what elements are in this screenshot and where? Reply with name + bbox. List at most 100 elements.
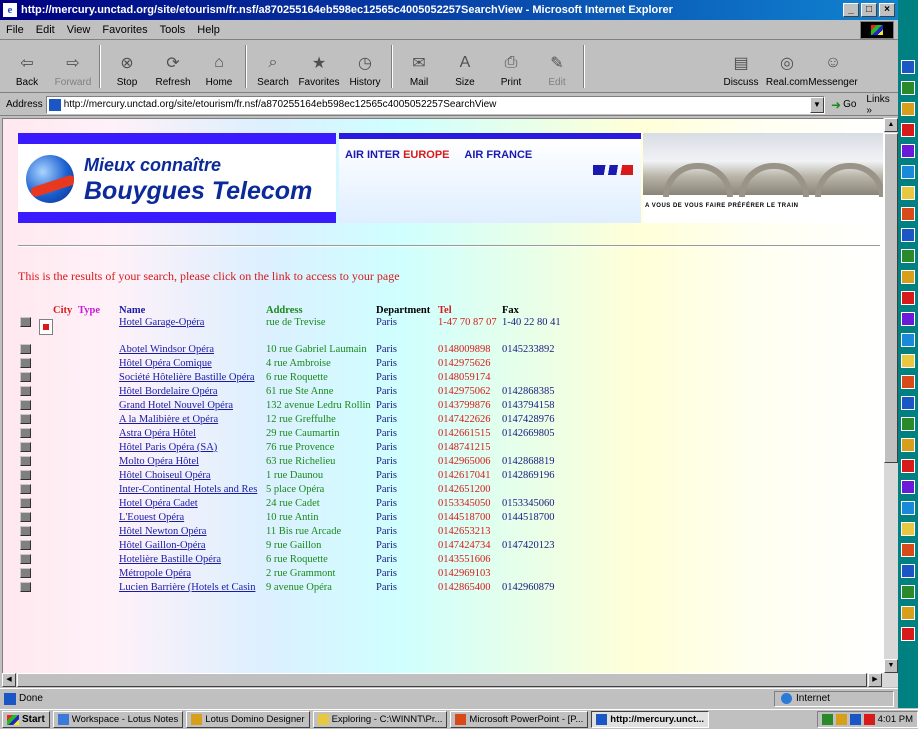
hotel-name-link[interactable]: Hotel Garage-Opéra — [119, 317, 263, 328]
hotel-name-link[interactable]: Hotelière Bastille Opéra — [119, 554, 263, 565]
desktop-shortcut-icon[interactable] — [901, 480, 915, 494]
hotel-name-link[interactable]: Hôtel Paris Opéra (SA) — [119, 442, 263, 453]
hotel-name-link[interactable]: Hôtel Bordelaire Opéra — [119, 386, 263, 397]
hotel-name-link[interactable]: L'Eouest Opéra — [119, 512, 263, 523]
desktop-shortcut-icon[interactable] — [901, 249, 915, 263]
row-doc-icon[interactable] — [20, 470, 31, 480]
air-france-banner[interactable]: AIR INTER EUROPE AIR FRANCE — [339, 133, 641, 223]
menu-tools[interactable]: Tools — [154, 24, 192, 36]
train-banner[interactable]: A VOUS DE VOUS FAIRE PRÉFÉRER LE TRAIN — [643, 133, 883, 223]
desktop-shortcut-icon[interactable] — [901, 564, 915, 578]
bouygues-telecom-banner[interactable]: Mieux connaître Bouygues Telecom — [18, 133, 336, 223]
address-input[interactable]: http://mercury.unctad.org/site/etourism/… — [45, 95, 826, 114]
address-dropdown-button[interactable]: ▼ — [810, 96, 825, 113]
taskbar-button[interactable]: Microsoft PowerPoint - [P... — [450, 711, 589, 728]
row-doc-icon[interactable] — [20, 498, 31, 508]
scroll-down-button[interactable]: ▼ — [884, 659, 898, 673]
edit-button[interactable]: ✎ Edit — [534, 41, 580, 92]
row-doc-icon[interactable] — [20, 414, 31, 424]
discuss-button[interactable]: ▤ Discuss — [718, 41, 764, 92]
taskbar-button[interactable]: Exploring - C:\WINNT\Pr... — [312, 711, 448, 728]
taskbar-button[interactable]: http://mercury.unct... — [591, 711, 710, 728]
hotel-name-link[interactable]: Lucien Barrière (Hotels et Casin — [119, 582, 263, 593]
desktop-shortcut-icon[interactable] — [901, 543, 915, 557]
desktop-shortcut-icon[interactable] — [901, 144, 915, 158]
desktop-shortcut-icon[interactable] — [901, 354, 915, 368]
menu-view[interactable]: View — [61, 24, 97, 36]
desktop-shortcut-icon[interactable] — [901, 207, 915, 221]
row-doc-icon[interactable] — [20, 372, 31, 382]
vertical-scrollbar[interactable]: ▲ ▼ — [884, 118, 898, 687]
desktop-shortcut-icon[interactable] — [901, 60, 915, 74]
row-doc-icon[interactable] — [20, 540, 31, 550]
hotel-name-link[interactable]: Hôtel Choiseul Opéra — [119, 470, 263, 481]
close-button[interactable]: × — [879, 3, 895, 17]
row-doc-icon[interactable] — [20, 512, 31, 522]
vertical-scroll-thumb[interactable] — [884, 133, 898, 463]
desktop-shortcut-icon[interactable] — [901, 522, 915, 536]
row-doc-icon[interactable] — [20, 568, 31, 578]
horizontal-scroll-thumb[interactable] — [17, 673, 867, 687]
desktop-shortcut-icon[interactable] — [901, 333, 915, 347]
scroll-left-button[interactable]: ◀ — [2, 673, 16, 687]
hotel-name-link[interactable]: A la Malibière et Opéra — [119, 414, 263, 425]
forward-button[interactable]: ⇨ Forward — [50, 41, 96, 92]
hotel-name-link[interactable]: Hôtel Opéra Comique — [119, 358, 263, 369]
row-doc-icon[interactable] — [20, 317, 31, 327]
scroll-right-button[interactable]: ▶ — [868, 673, 882, 687]
hotel-name-link[interactable]: Inter-Continental Hotels and Res — [119, 484, 263, 495]
hotel-name-link[interactable]: Grand Hotel Nouvel Opéra — [119, 400, 263, 411]
hotel-name-link[interactable]: Hôtel Gaillon-Opéra — [119, 540, 263, 551]
horizontal-scrollbar[interactable]: ◀ ▶ — [2, 673, 884, 687]
desktop-shortcut-icon[interactable] — [901, 165, 915, 179]
real-com-button[interactable]: ◎ Real.com — [764, 41, 810, 92]
row-doc-icon[interactable] — [20, 386, 31, 396]
go-button[interactable]: ➜ Go — [831, 98, 856, 112]
desktop-shortcut-icon[interactable] — [901, 123, 915, 137]
row-doc-icon[interactable] — [20, 456, 31, 466]
hotel-name-link[interactable]: Société Hôtelière Bastille Opéra — [119, 372, 263, 383]
ie-icon[interactable]: e — [3, 3, 17, 17]
taskbar-button[interactable]: Workspace - Lotus Notes — [52, 711, 184, 728]
desktop-shortcut-icon[interactable] — [901, 375, 915, 389]
desktop-shortcut-icon[interactable] — [901, 606, 915, 620]
search-button[interactable]: ⌕ Search — [250, 41, 296, 92]
row-doc-icon[interactable] — [20, 526, 31, 536]
row-doc-icon[interactable] — [20, 358, 31, 368]
hotel-name-link[interactable]: Hotel Opéra Cadet — [119, 498, 263, 509]
tray-app-icon[interactable] — [835, 714, 847, 725]
scroll-up-button[interactable]: ▲ — [884, 118, 898, 132]
desktop-shortcut-icon[interactable] — [901, 585, 915, 599]
row-doc-icon[interactable] — [20, 442, 31, 452]
menu-file[interactable]: File — [0, 24, 30, 36]
stop-button[interactable]: ⊗ Stop — [104, 41, 150, 92]
row-doc-icon[interactable] — [20, 428, 31, 438]
print-button[interactable]: ⎙ Print — [488, 41, 534, 92]
row-doc-icon[interactable] — [20, 484, 31, 494]
hotel-name-link[interactable]: Abotel Windsor Opéra — [119, 344, 263, 355]
desktop-shortcut-icon[interactable] — [901, 438, 915, 452]
desktop-shortcut-icon[interactable] — [901, 228, 915, 242]
messenger-button[interactable]: ☺ Messenger — [808, 41, 857, 92]
favorites-button[interactable]: ★ Favorites — [296, 41, 342, 92]
maximize-button[interactable]: □ — [861, 3, 877, 17]
desktop-shortcut-icon[interactable] — [901, 501, 915, 515]
desktop-shortcut-icon[interactable] — [901, 459, 915, 473]
desktop-shortcut-icon[interactable] — [901, 270, 915, 284]
row-doc-icon[interactable] — [20, 554, 31, 564]
desktop-shortcut-icon[interactable] — [901, 396, 915, 410]
start-button[interactable]: Start — [2, 711, 50, 728]
row-doc-icon[interactable] — [20, 344, 31, 354]
desktop-shortcut-icon[interactable] — [901, 627, 915, 641]
hotel-name-link[interactable]: Hôtel Newton Opéra — [119, 526, 263, 537]
desktop-shortcut-icon[interactable] — [901, 81, 915, 95]
desktop-shortcut-icon[interactable] — [901, 417, 915, 431]
desktop-shortcut-icon[interactable] — [901, 102, 915, 116]
size-button[interactable]: A Size — [442, 41, 488, 92]
hotel-name-link[interactable]: Astra Opéra Hôtel — [119, 428, 263, 439]
refresh-button[interactable]: ⟳ Refresh — [150, 41, 196, 92]
hotel-name-link[interactable]: Molto Opéra Hôtel — [119, 456, 263, 467]
home-button[interactable]: ⌂ Home — [196, 41, 242, 92]
row-doc-icon[interactable] — [20, 582, 31, 592]
taskbar-button[interactable]: Lotus Domino Designer — [186, 711, 310, 728]
